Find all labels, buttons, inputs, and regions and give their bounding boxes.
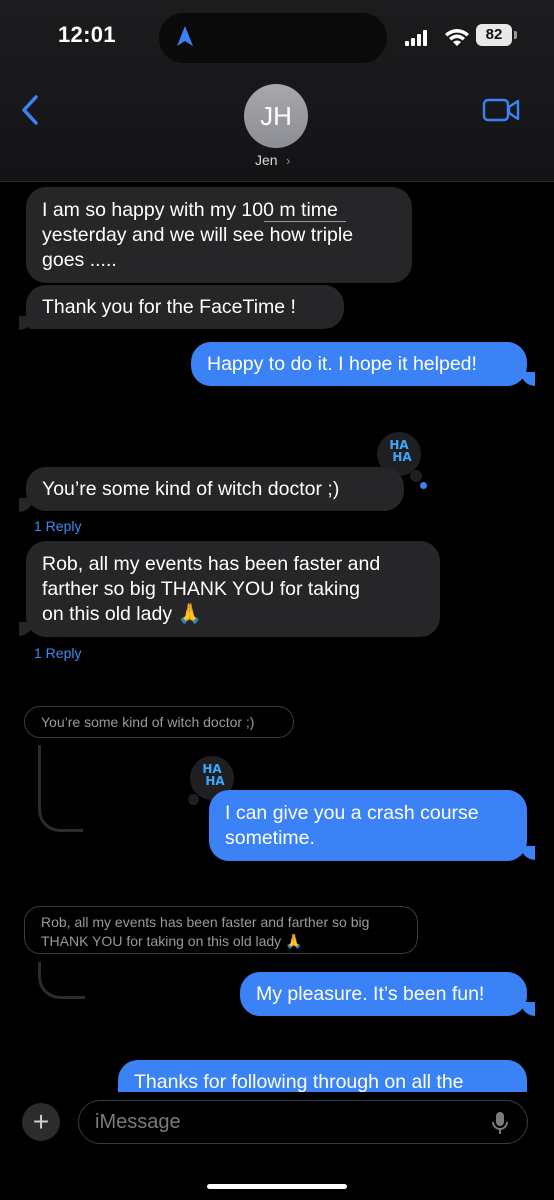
reply-thread-line xyxy=(38,962,85,999)
reaction-text: HA xyxy=(392,450,412,464)
reaction-text: HA xyxy=(205,774,225,788)
message-line: yesterday and we will see how triple xyxy=(42,224,354,246)
incoming-message[interactable]: I am so happy with my 100 m time yesterd… xyxy=(26,187,412,283)
add-attachment-button[interactable]: + xyxy=(22,1103,60,1141)
video-call-icon[interactable] xyxy=(482,97,520,128)
quoted-line: Rob, all my events has been faster and f… xyxy=(41,914,370,930)
message-line: sometime. xyxy=(225,827,315,849)
outgoing-message[interactable]: I can give you a crash course sometime. xyxy=(209,790,527,861)
bubble-tail xyxy=(521,846,535,860)
incoming-message[interactable]: You’re some kind of witch doctor ;) xyxy=(26,467,404,511)
battery-indicator: 82 xyxy=(476,24,518,46)
reaction-dot xyxy=(188,794,199,805)
outgoing-message[interactable]: Happy to do it. I hope it helped! xyxy=(191,342,527,386)
reaction-dot xyxy=(410,470,422,482)
bubble-tail xyxy=(521,1002,535,1016)
message-line: on this old lady 🙏 xyxy=(42,603,202,625)
message-line: farther so big THANK YOU for taking xyxy=(42,578,360,600)
quoted-line: THANK YOU for taking on this old lady 🙏 xyxy=(41,933,303,949)
message-input[interactable]: iMessage xyxy=(78,1100,528,1144)
location-arrow-icon xyxy=(175,24,195,55)
quoted-message[interactable]: You’re some kind of witch doctor ;) xyxy=(24,706,294,738)
contact-name[interactable]: Jen xyxy=(255,152,278,168)
battery-tip xyxy=(514,31,517,39)
bubble-tail xyxy=(521,372,535,386)
message-placeholder: iMessage xyxy=(95,1111,181,1133)
status-time: 12:01 xyxy=(58,22,116,47)
outgoing-message[interactable]: My pleasure. It’s been fun! xyxy=(240,972,527,1016)
bubble-tail xyxy=(19,622,33,636)
incoming-message[interactable]: Thank you for the FaceTime ! xyxy=(26,285,344,329)
reply-thread-line xyxy=(38,745,83,832)
bubble-tail xyxy=(19,498,33,512)
reply-count-link[interactable]: 1 Reply xyxy=(34,518,81,534)
microphone-icon[interactable] xyxy=(491,1111,509,1140)
message-text: Happy to do it. I hope it helped! xyxy=(207,353,477,375)
avatar[interactable]: JH xyxy=(244,84,308,148)
home-indicator xyxy=(207,1184,347,1189)
message-text: You’re some kind of witch doctor ;) xyxy=(42,478,340,500)
reply-count-link[interactable]: 1 Reply xyxy=(34,645,81,661)
back-chevron-icon[interactable] xyxy=(18,94,42,131)
message-line: Rob, all my events has been faster and xyxy=(42,553,381,575)
chevron-right-icon: › xyxy=(286,153,291,168)
quoted-message[interactable]: Rob, all my events has been faster and f… xyxy=(24,906,418,954)
battery-level: 82 xyxy=(476,24,512,46)
message-line: I can give you a crash course xyxy=(225,802,479,824)
message-text: My pleasure. It’s been fun! xyxy=(256,983,485,1005)
message-line: goes ..... xyxy=(42,249,117,271)
signal-icon xyxy=(405,30,429,51)
message-line: I am so happy with my 100 m time xyxy=(42,199,338,221)
link-underline xyxy=(264,221,346,222)
dynamic-island xyxy=(158,12,388,64)
header-divider xyxy=(0,181,554,182)
reaction-dot-small xyxy=(420,482,427,489)
quoted-text: You’re some kind of witch doctor ;) xyxy=(41,714,255,730)
incoming-message[interactable]: Rob, all my events has been faster and f… xyxy=(26,541,440,637)
wifi-icon xyxy=(444,27,470,52)
message-text: Thank you for the FaceTime ! xyxy=(42,296,296,318)
